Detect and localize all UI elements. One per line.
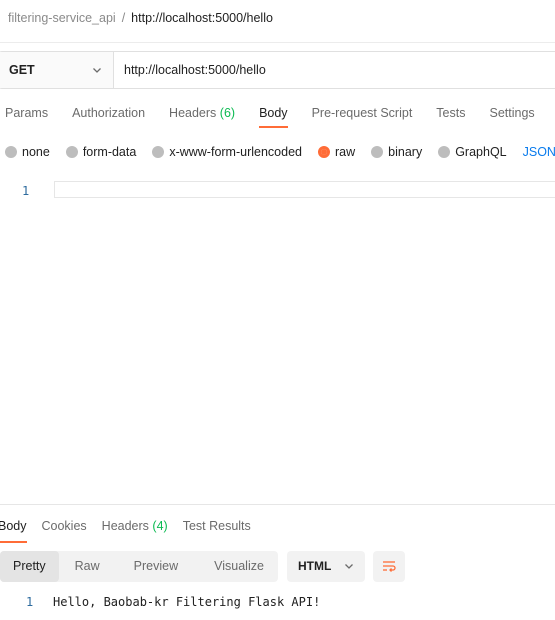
method-label: GET xyxy=(9,63,35,77)
body-type-none[interactable]: none xyxy=(5,145,50,159)
response-tab-cookies[interactable]: Cookies xyxy=(42,519,87,541)
body-type-form-data-label: form-data xyxy=(82,145,137,159)
response-format-label: HTML xyxy=(297,559,332,573)
body-type-graphql-label: GraphQL xyxy=(455,145,507,159)
breadcrumb-request-name[interactable]: http://localhost:5000/hello xyxy=(131,11,273,25)
response-body-text: Hello, Baobab-kr Filtering Flask API! xyxy=(53,595,321,609)
request-body-editor[interactable] xyxy=(54,181,555,198)
breadcrumb-collection[interactable]: filtering-service_api xyxy=(8,11,116,25)
response-tab-headers[interactable]: Headers (4) xyxy=(102,519,168,541)
tab-headers-label: Headers xyxy=(169,106,217,120)
url-input[interactable] xyxy=(114,52,555,88)
tab-headers[interactable]: Headers (6) xyxy=(169,106,235,126)
body-type-urlencoded[interactable]: x-www-form-urlencoded xyxy=(152,145,302,159)
request-tabs: Params Authorization Headers (6) Body Pr… xyxy=(5,106,555,132)
radio-selected-icon xyxy=(318,146,330,158)
tab-authorization[interactable]: Authorization xyxy=(72,106,145,126)
radio-icon xyxy=(152,146,165,158)
view-pretty-button[interactable]: Pretty xyxy=(0,550,59,582)
radio-icon xyxy=(438,146,451,158)
tab-headers-count: (6) xyxy=(219,106,236,120)
editor-line-number: 1 xyxy=(22,184,30,198)
body-type-urlencoded-label: x-www-form-urlencoded xyxy=(169,145,302,159)
tab-prerequest-script[interactable]: Pre-request Script xyxy=(312,106,413,126)
view-visualize-button[interactable]: Visualize xyxy=(196,551,278,582)
response-format-select[interactable]: HTML xyxy=(286,550,365,582)
wrap-lines-icon xyxy=(382,561,396,572)
response-tab-body[interactable]: Body xyxy=(0,519,27,543)
method-select[interactable]: GET xyxy=(0,52,114,88)
body-type-none-label: none xyxy=(22,145,50,159)
response-divider[interactable] xyxy=(0,504,555,505)
response-toolbar: Pretty Raw Preview Visualize HTML xyxy=(0,550,405,582)
view-raw-button[interactable]: Raw xyxy=(59,551,116,582)
tab-body[interactable]: Body xyxy=(259,106,288,128)
radio-icon xyxy=(5,146,17,158)
tab-settings[interactable]: Settings xyxy=(489,106,534,126)
breadcrumb-separator: / xyxy=(121,11,126,25)
postman-request-view: filtering-service_api / http://localhost… xyxy=(0,0,555,620)
response-tab-headers-count: (4) xyxy=(152,519,168,533)
body-type-options: none form-data x-www-form-urlencoded raw… xyxy=(5,143,555,161)
breadcrumb: filtering-service_api / http://localhost… xyxy=(8,9,273,27)
response-tab-test-results[interactable]: Test Results xyxy=(183,519,251,541)
body-type-graphql[interactable]: GraphQL xyxy=(438,145,507,159)
tab-tests[interactable]: Tests xyxy=(436,106,465,126)
radio-icon xyxy=(65,146,78,158)
raw-language-select[interactable]: JSON xyxy=(523,145,555,159)
body-type-raw-label: raw xyxy=(335,145,356,159)
chevron-down-icon xyxy=(344,564,353,569)
tab-params[interactable]: Params xyxy=(5,106,48,126)
body-type-binary-label: binary xyxy=(388,145,423,159)
response-line-number: 1 xyxy=(26,595,34,609)
body-type-form-data[interactable]: form-data xyxy=(65,145,137,159)
radio-icon xyxy=(371,146,384,158)
response-tabs: Body Cookies Headers (4) Test Results xyxy=(0,519,266,543)
response-tab-headers-label: Headers xyxy=(101,519,149,533)
chevron-down-icon xyxy=(93,68,101,73)
body-type-binary[interactable]: binary xyxy=(371,145,422,159)
view-preview-button[interactable]: Preview xyxy=(116,551,196,582)
body-type-raw[interactable]: raw xyxy=(318,145,355,159)
header-divider xyxy=(0,42,555,43)
url-bar: GET xyxy=(0,51,555,89)
response-view-toggle: Pretty Raw Preview Visualize xyxy=(0,550,278,582)
wrap-lines-button[interactable] xyxy=(372,550,405,582)
